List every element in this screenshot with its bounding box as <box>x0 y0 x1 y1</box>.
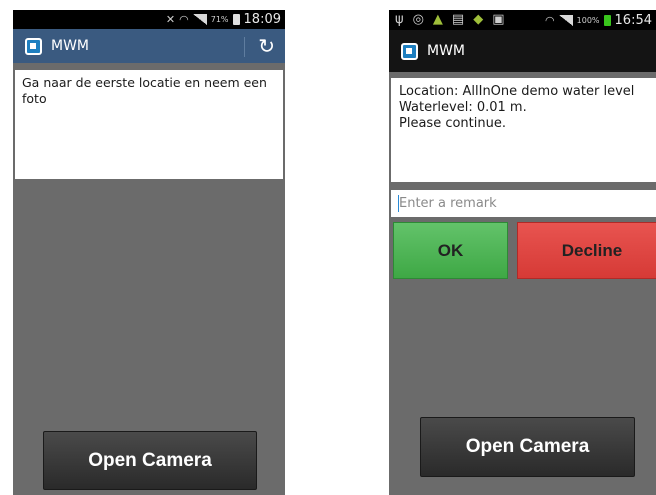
open-camera-button[interactable]: Open Camera <box>420 417 635 477</box>
battery-icon <box>603 14 611 26</box>
clipboard-icon: ▣ <box>492 12 505 27</box>
app-icon <box>25 37 42 55</box>
remark-input[interactable] <box>391 190 656 217</box>
status-message: Location: AllInOne demo water level Wate… <box>391 78 656 182</box>
wifi-icon: ◠ <box>545 13 555 27</box>
signal-icon <box>558 14 573 26</box>
mute-icon: ✕ <box>165 13 176 26</box>
battery-percent: 100% <box>576 15 600 25</box>
wifi-icon: ◠ <box>179 13 189 26</box>
open-camera-button[interactable]: Open Camera <box>43 431 257 490</box>
gps-icon: ◎ <box>412 12 424 27</box>
action-bar-divider <box>244 37 245 57</box>
action-bar: MWM <box>389 30 656 72</box>
battery-icon <box>232 14 240 25</box>
status-bar: ψ ◎ ▲ ▤ ◆ ▣ ◠ 100% 16:54 <box>389 10 656 30</box>
status-icons: ◠ 100% 16:54 <box>545 10 652 30</box>
status-bar: ✕ ◠ 71% 18:09 <box>13 10 285 29</box>
phone-screen-2: ψ ◎ ▲ ▤ ◆ ▣ ◠ 100% 16:54 MWM Location: A… <box>389 10 656 495</box>
message-line-location: Location: AllInOne demo water level <box>399 84 635 99</box>
text-caret <box>398 195 399 212</box>
ok-button[interactable]: OK <box>393 222 508 279</box>
instruction-message: Ga naar de eerste locatie en neem een fo… <box>15 70 283 179</box>
signal-icon <box>192 14 207 25</box>
android-icon: ◆ <box>473 12 484 27</box>
app-title: MWM <box>427 43 466 59</box>
action-bar: MWM ↻ <box>13 29 285 63</box>
notification-icons: ψ ◎ ▲ ▤ ◆ ▣ <box>395 10 505 29</box>
app-title: MWM <box>51 38 90 54</box>
android-icon: ▲ <box>432 12 443 27</box>
message-line-waterlevel: Waterlevel: 0.01 m. <box>399 100 527 115</box>
decline-button[interactable]: Decline <box>517 222 656 279</box>
battery-percent: 71% <box>210 15 229 24</box>
document-icon: ▤ <box>451 12 465 27</box>
status-time: 18:09 <box>243 12 281 27</box>
phone-screen-1: ✕ ◠ 71% 18:09 MWM ↻ Ga naar de eerste lo… <box>13 10 285 495</box>
usb-icon: ψ <box>395 12 404 27</box>
status-icons: ✕ ◠ 71% 18:09 <box>166 10 281 29</box>
message-line-continue: Please continue. <box>399 116 506 131</box>
app-icon <box>401 42 418 60</box>
refresh-icon[interactable]: ↻ <box>258 35 275 57</box>
status-time: 16:54 <box>614 12 652 28</box>
